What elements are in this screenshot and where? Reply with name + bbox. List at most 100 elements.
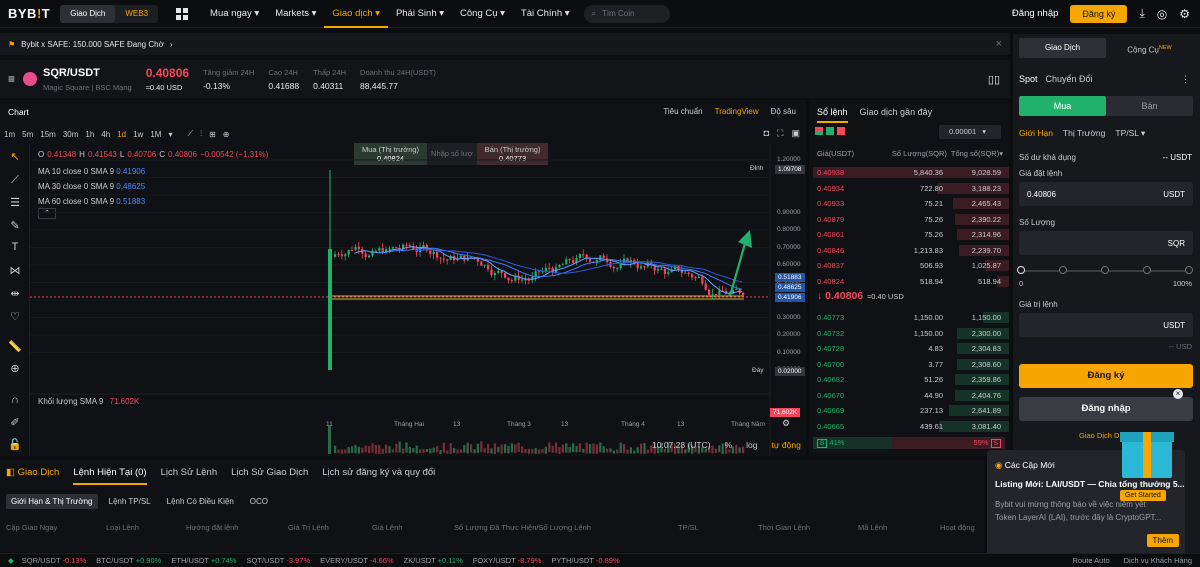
lock-icon[interactable]: 🔓	[0, 438, 30, 451]
book-both-icon[interactable]	[815, 127, 823, 135]
cursor-icon[interactable]: ↖	[0, 150, 30, 163]
brush-icon[interactable]: ✎	[0, 219, 30, 232]
bid-row[interactable]: 0.40670 44.90 2,404.76	[809, 389, 1009, 402]
gift-widget[interactable]: Get Started	[1120, 418, 1174, 501]
book-asks-icon[interactable]	[837, 127, 845, 135]
get-started-button[interactable]: Get Started	[1120, 490, 1166, 501]
menu-markets[interactable]: Markets ▾	[267, 0, 324, 28]
ruler-icon[interactable]: 📏	[0, 340, 30, 353]
ask-row[interactable]: 0.40879 75.26 2,390.22	[809, 213, 1009, 226]
mode-trade[interactable]: Giao Dịch	[60, 4, 116, 23]
mode-web3[interactable]: WEB3	[115, 5, 158, 23]
menu-buy[interactable]: Mua ngay ▾	[202, 0, 267, 28]
subtab-tpsl[interactable]: Lệnh TP/SL	[104, 494, 156, 509]
popup-more-button[interactable]: Thêm	[1146, 534, 1179, 547]
support-link[interactable]: Dịch vụ Khách Hàng	[1124, 556, 1192, 565]
ask-row[interactable]: 0.40861 75.26 2,314.96	[809, 228, 1009, 241]
magnet-icon[interactable]: ∩	[0, 394, 30, 406]
status-ticker[interactable]: ZK/USDT +0.11%	[404, 556, 463, 565]
status-ticker[interactable]: EVERY/USDT -4.66%	[320, 556, 394, 565]
bar-style-icon[interactable]: ⫶	[200, 129, 202, 139]
text-icon[interactable]: T	[0, 241, 30, 253]
precision-select[interactable]: 0.00001 ▾	[939, 125, 1001, 139]
status-ticker[interactable]: SQT/USDT -3.97%	[246, 556, 310, 565]
popup-headline[interactable]: Listing Mới: LAI/USDT — Chia tổng thưởng…	[995, 479, 1185, 489]
tab-tools[interactable]: Công CụNEW	[1106, 38, 1193, 58]
menu-tools[interactable]: Công Cụ ▾	[452, 0, 513, 28]
interval-1m[interactable]: 1m	[4, 130, 15, 139]
tab-trade-history[interactable]: Lịch Sử Giao Dịch	[231, 467, 308, 485]
tab-recent-trades[interactable]: Giao dịch gần đây	[860, 107, 933, 123]
ask-row[interactable]: 0.40933 75.21 2,465.43	[809, 197, 1009, 210]
type-market[interactable]: Thị Trường	[1063, 128, 1105, 139]
sell-side-button[interactable]: Bán	[1106, 96, 1193, 116]
bid-row[interactable]: 0.40732 1,150.00 2,300.00	[809, 327, 1009, 340]
tab-trade[interactable]: Giao Dịch	[1019, 38, 1106, 58]
subtab-limit-market[interactable]: Giới Hạn & Thị Trường	[6, 494, 98, 509]
tab-spot[interactable]: Spot	[1019, 74, 1038, 84]
bid-row[interactable]: 0.40665 439.61 3,081.40	[809, 420, 1009, 433]
tab-subscription-history[interactable]: Lịch sử đăng ký và quy đổi	[322, 467, 435, 485]
measure-icon[interactable]: ⇹	[0, 287, 30, 300]
interval-dropdown-icon[interactable]: ▾	[168, 130, 172, 139]
ask-row[interactable]: 0.40938 5,840.36 9,028.59	[809, 166, 1009, 179]
camera-icon[interactable]: ◘	[764, 128, 769, 139]
zoom-icon[interactable]: ⊕	[0, 362, 30, 375]
demo-trading-link[interactable]: Giao Dịch D	[1079, 431, 1119, 440]
interval-5m[interactable]: 5m	[22, 130, 33, 139]
expand-icon[interactable]: ▣	[791, 128, 800, 139]
status-ticker[interactable]: PYTH/USDT -0.89%	[551, 556, 619, 565]
more-icon[interactable]: ⋮	[1181, 74, 1190, 85]
ask-row[interactable]: 0.40846 1,213.83 2,239.70	[809, 244, 1009, 257]
interval-1w[interactable]: 1w	[133, 130, 143, 139]
status-ticker[interactable]: BTC/USDT +0.90%	[96, 556, 161, 565]
bid-row[interactable]: 0.40728 4.83 2,304.83	[809, 342, 1009, 355]
route-indicator[interactable]: Route Auto	[1073, 556, 1110, 565]
interval-4h[interactable]: 4h	[101, 130, 110, 139]
indicator-icon[interactable]: ⟋	[187, 129, 193, 139]
fullscreen-icon[interactable]: ⛶	[777, 128, 783, 139]
promo-banner[interactable]: ⚑ Bybit x SAFE: 150.000 SAFE Đang Chờ › …	[0, 33, 1010, 55]
view-standard[interactable]: Tiêu chuẩn	[663, 107, 702, 116]
subtab-conditional[interactable]: Lệnh Có Điều Kiện	[162, 494, 239, 509]
signup-button[interactable]: Đăng ký	[1070, 4, 1128, 23]
view-depth[interactable]: Độ sâu	[771, 107, 796, 116]
search-input[interactable]: ⌕ Tìm Coin	[583, 4, 670, 23]
log-toggle[interactable]: log	[746, 440, 757, 450]
slider-step-dot[interactable]	[1059, 266, 1067, 274]
bid-row[interactable]: 0.40669 237.13 2,641.89	[809, 404, 1009, 417]
view-tradingview[interactable]: TradingView	[715, 107, 759, 116]
login-link[interactable]: Đăng nhập	[1012, 8, 1058, 19]
pattern-icon[interactable]: ⋈	[0, 264, 30, 277]
tab-open-orders[interactable]: Lệnh Hiện Tại (0)	[73, 467, 147, 485]
menu-trade[interactable]: Giao dịch ▾	[324, 0, 388, 28]
symbol-name[interactable]: SQR/USDT	[43, 67, 132, 79]
menu-icon[interactable]: ≡	[8, 72, 15, 86]
interval-1M[interactable]: 1M	[150, 130, 161, 139]
qty-input[interactable]: SQR	[1019, 231, 1193, 255]
ask-row[interactable]: 0.40824 518.94 518.94	[809, 275, 1009, 288]
banner-close-icon[interactable]: ×	[996, 38, 1002, 50]
add-icon[interactable]: ⊕	[223, 130, 230, 139]
settings-icon[interactable]: ⚙	[1179, 7, 1190, 21]
percent-toggle[interactable]: %	[725, 440, 733, 450]
tab-trading[interactable]: ◧ Giao Dịch	[6, 467, 59, 485]
menu-derivatives[interactable]: Phái Sinh ▾	[388, 0, 452, 28]
fib-icon[interactable]: ☰	[0, 196, 30, 209]
status-ticker[interactable]: SQR/USDT -0.13%	[22, 556, 86, 565]
panel-signup-button[interactable]: Đăng ký	[1019, 364, 1193, 388]
compare-icon[interactable]: ⊞	[209, 130, 216, 139]
interval-1d[interactable]: 1d	[117, 130, 126, 139]
slider-step-dot[interactable]	[1185, 266, 1193, 274]
auto-toggle[interactable]: tự động	[772, 440, 801, 450]
lock-draw-icon[interactable]: ✐	[0, 416, 30, 429]
bid-row[interactable]: 0.40682 51.26 2,359.86	[809, 373, 1009, 386]
status-ticker[interactable]: FOXY/USDT -8.79%	[473, 556, 542, 565]
apps-grid-icon[interactable]	[176, 7, 189, 20]
ask-row[interactable]: 0.40934 722.80 3,188.23	[809, 182, 1009, 195]
bid-row[interactable]: 0.40773 1,150.00 1,150.00	[809, 311, 1009, 324]
download-icon[interactable]: ⤓	[1139, 6, 1144, 21]
heart-icon[interactable]: ♡	[0, 310, 30, 323]
ask-row[interactable]: 0.40837 506.93 1,025.87	[809, 259, 1009, 272]
trendline-icon[interactable]: ⟋	[0, 174, 30, 187]
